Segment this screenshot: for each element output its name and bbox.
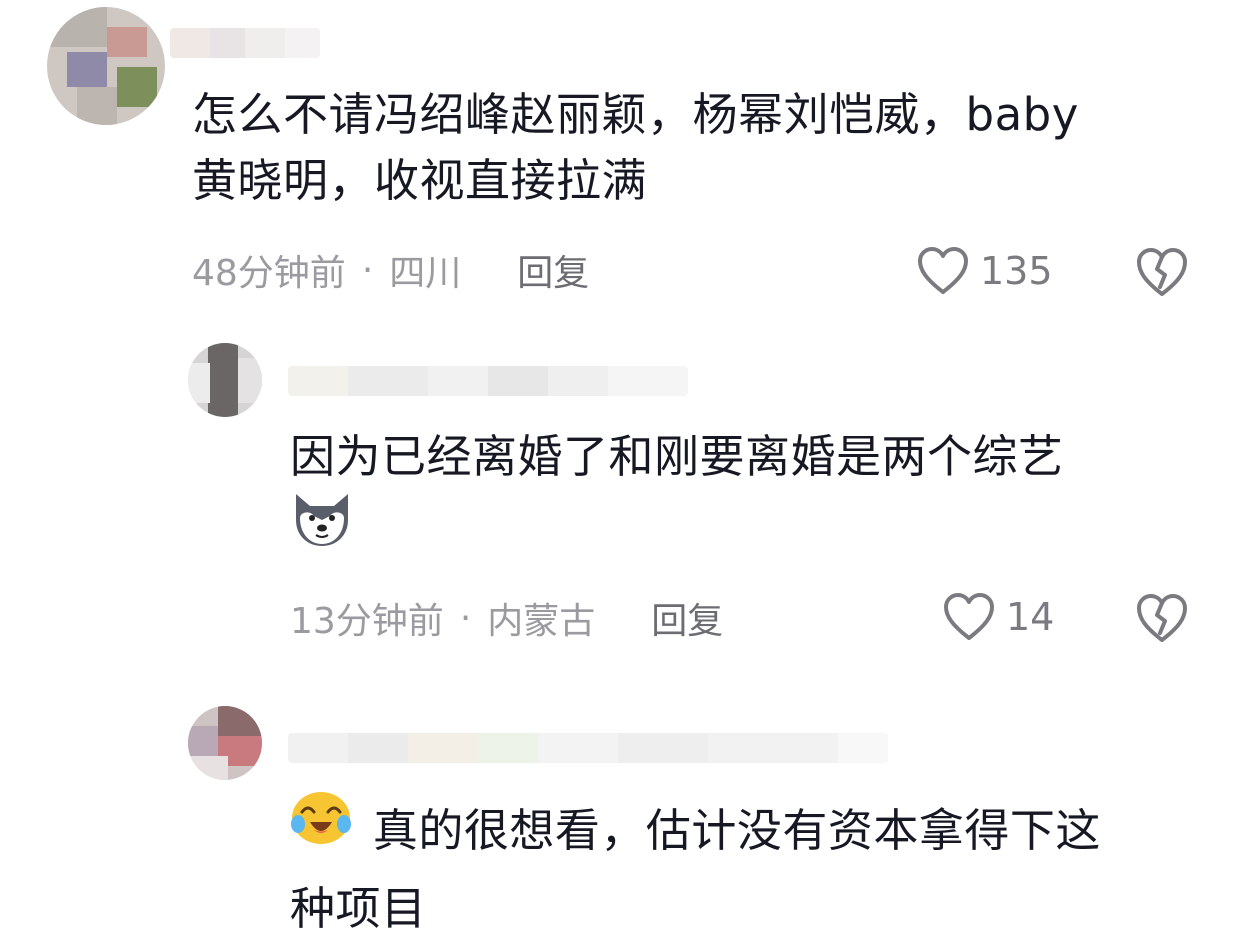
like-count: 135 — [980, 249, 1053, 293]
broken-heart-icon[interactable] — [1134, 244, 1190, 300]
comment-line-text: 真的很想看，估计没有资本拿得下这 — [372, 804, 1101, 857]
heart-outline-icon — [944, 593, 994, 640]
comment-text-2: 因为已经离婚了和刚要离婚是两个综艺 — [290, 424, 1064, 566]
comment-text-1: 怎么不请冯绍峰赵丽颖，杨幂刘恺威，baby 黄晓明，收视直接拉满 — [192, 82, 1079, 214]
comment-line: 因为已经离婚了和刚要离婚是两个综艺 — [290, 430, 1064, 483]
comment-line: 真的很想看，估计没有资本拿得下这 — [290, 790, 1101, 864]
comment-text-3: 真的很想看，估计没有资本拿得下这 种项目 — [290, 790, 1101, 941]
reply-button[interactable]: 回复 — [517, 244, 589, 296]
reply-button[interactable]: 回复 — [651, 592, 723, 644]
comment-line: 种项目 — [290, 882, 427, 935]
comment-meta-2: 13分钟前 · 内蒙古 回复 — [290, 593, 723, 643]
timestamp: 48分钟前 — [192, 253, 346, 294]
username-blurred-3[interactable] — [288, 733, 888, 763]
comment-line: 黄晓明，收视直接拉满 — [192, 154, 648, 207]
emoji-line — [290, 490, 1064, 566]
heart-outline-icon — [918, 247, 968, 294]
comment-meta-1: 48分钟前 · 四川 回复 — [192, 245, 589, 295]
user-avatar-3[interactable] — [188, 706, 262, 780]
husky-emoji — [296, 494, 348, 546]
comment-line: 怎么不请冯绍峰赵丽颖，杨幂刘恺威，baby — [192, 88, 1079, 141]
username-blurred-2[interactable] — [288, 366, 688, 396]
location: 内蒙古 — [487, 601, 596, 642]
comment-thread: 怎么不请冯绍峰赵丽颖，杨幂刘恺威，baby 黄晓明，收视直接拉满 48分钟前 ·… — [0, 0, 1251, 941]
user-avatar-1[interactable] — [47, 7, 165, 125]
meta-separator: · — [459, 597, 472, 639]
location: 四川 — [389, 253, 462, 294]
broken-heart-icon[interactable] — [1134, 590, 1190, 646]
username-blurred-1[interactable] — [170, 28, 320, 58]
crying-laugh-emoji — [291, 792, 351, 844]
like-button-1[interactable]: 135 — [916, 243, 1053, 299]
timestamp: 13分钟前 — [290, 601, 444, 642]
like-count: 14 — [1006, 595, 1055, 639]
meta-separator: · — [361, 249, 374, 291]
like-button-2[interactable]: 14 — [942, 589, 1054, 645]
user-avatar-2[interactable] — [188, 343, 262, 417]
